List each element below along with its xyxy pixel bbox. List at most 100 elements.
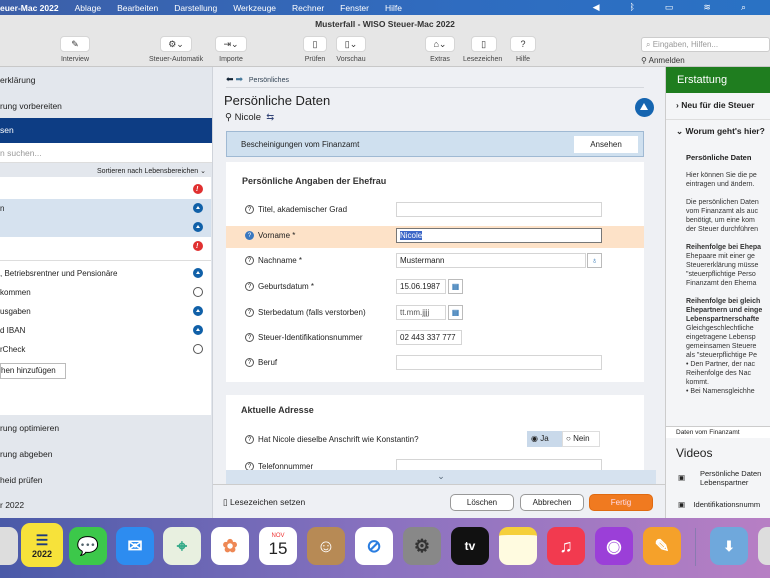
extras-button[interactable]: ⌂⌄ Extras: [425, 36, 455, 63]
help-icon[interactable]: ?: [245, 308, 254, 318]
pages-icon[interactable]: ✎: [643, 527, 681, 565]
sidebar-item-vorbereiten[interactable]: rung vorbereiten: [0, 101, 212, 111]
menu-darstellung[interactable]: Darstellung: [174, 3, 217, 13]
menu-fenster[interactable]: Fenster: [340, 3, 369, 13]
menu-rechner[interactable]: Rechner: [292, 3, 324, 13]
list-item[interactable]: [0, 237, 211, 256]
vorschau-button[interactable]: ▯⌄ Vorschau: [336, 36, 366, 63]
trash-icon[interactable]: [758, 527, 770, 565]
list-item[interactable]: d IBAN: [0, 321, 211, 340]
video-item[interactable]: ▣ Identifikationsnumm: [678, 500, 760, 509]
beruf-input[interactable]: [396, 355, 602, 370]
sidebar-item-selected[interactable]: sen: [0, 118, 212, 143]
search-input[interactable]: ⌕ Eingaben, Hilfen...: [641, 37, 770, 52]
list-item[interactable]: , Betriebsrentner und Pensionäre: [0, 264, 211, 283]
radio-ja[interactable]: ◉ Ja: [527, 431, 562, 447]
search-icon[interactable]: ⌕: [741, 2, 746, 13]
safari-icon[interactable]: ⊘: [355, 527, 393, 565]
list-item[interactable]: kommen: [0, 283, 211, 302]
volume-icon[interactable]: ◀: [593, 2, 600, 13]
help-icon[interactable]: ?: [245, 256, 254, 266]
finder-icon[interactable]: [0, 527, 18, 565]
notes-icon[interactable]: [499, 527, 537, 565]
sidebar-item-bescheid[interactable]: heid prüfen: [0, 475, 212, 485]
sidebar-item-optimieren[interactable]: rung optimieren: [0, 423, 212, 433]
hilfe-button[interactable]: ? Hilfe: [510, 36, 536, 63]
wifi-icon[interactable]: ≋: [703, 2, 711, 13]
help-icon[interactable]: ?: [245, 333, 254, 343]
vorname-input[interactable]: Nicole: [396, 228, 602, 243]
app-menu[interactable]: euer-Mac 2022: [0, 3, 59, 13]
ansehen-button[interactable]: Ansehen: [574, 136, 638, 153]
help-icon[interactable]: ?: [245, 205, 254, 215]
add-topic-button[interactable]: hen hinzufügen: [0, 363, 66, 379]
lightbulb-icon[interactable]: ♁: [587, 253, 602, 268]
apple-tv-icon[interactable]: tv: [451, 527, 489, 565]
photos-icon[interactable]: ✿: [211, 527, 249, 565]
sidebar-item-steuererklaerung[interactable]: erklärung: [0, 75, 212, 85]
forward-arrow-icon[interactable]: ➡: [236, 74, 244, 84]
sort-dropdown[interactable]: Sortieren nach Lebensbereichen ⌄: [0, 167, 212, 175]
menu-ablage[interactable]: Ablage: [75, 3, 101, 13]
anmelden-button[interactable]: ⚲ Anmelden: [641, 56, 685, 65]
music-icon[interactable]: ♫: [547, 527, 585, 565]
worum-geht-toggle[interactable]: ⌄ Worum geht's hier?: [676, 126, 765, 137]
label-text: Geburtsdatum *: [258, 282, 315, 291]
mail-icon[interactable]: ✉: [116, 527, 154, 565]
lesezeichen-button[interactable]: ▯ Lesezeichen: [463, 36, 502, 63]
list-item[interactable]: [0, 180, 211, 199]
neu-fuer-steuer-toggle[interactable]: › Neu für die Steuer: [676, 100, 754, 110]
maps-icon[interactable]: ⌖: [163, 527, 201, 565]
menu-werkzeuge[interactable]: Werkzeuge: [233, 3, 276, 13]
sidebar-search-input[interactable]: n suchen...: [0, 143, 212, 163]
fertig-button[interactable]: Fertig: [589, 494, 653, 511]
toolbox-icon: ⌂⌄: [425, 36, 455, 52]
sidebar-item-abgeben[interactable]: rung abgeben: [0, 449, 212, 459]
sterbedatum-input[interactable]: tt.mm.jjjj: [396, 305, 446, 320]
help-icon[interactable]: ?: [245, 231, 254, 241]
info-line: Finanzamt den Ehema: [686, 280, 757, 287]
breadcrumb-item[interactable]: Persönliches: [249, 77, 289, 84]
pruefen-button[interactable]: ▯ Prüfen: [303, 36, 327, 63]
menu-hilfe[interactable]: Hilfe: [385, 3, 402, 13]
titel-input[interactable]: [396, 202, 602, 217]
help-icon[interactable]: ?: [245, 282, 254, 292]
loeschen-button[interactable]: Löschen: [450, 494, 514, 511]
calendar-icon[interactable]: ▦: [448, 305, 463, 320]
geburtsdatum-input[interactable]: 15.06.1987: [396, 279, 446, 294]
play-icon: ▣: [678, 500, 686, 509]
menu-bearbeiten[interactable]: Bearbeiten: [117, 3, 158, 13]
help-icon[interactable]: ?: [245, 358, 254, 368]
interview-button[interactable]: ✎ Interview: [60, 36, 90, 63]
list-item[interactable]: rCheck: [0, 340, 211, 359]
wiso-app-icon[interactable]: ☰ 2022: [21, 523, 63, 567]
list-item[interactable]: n: [0, 199, 211, 218]
downloads-folder-icon[interactable]: ⬇: [710, 527, 748, 565]
contacts-icon[interactable]: ☺: [307, 527, 345, 565]
nachname-input[interactable]: Mustermann: [396, 253, 586, 268]
calendar-app-icon[interactable]: NOV 15: [259, 527, 297, 565]
system-preferences-icon[interactable]: ⚙: [403, 527, 441, 565]
battery-icon[interactable]: ▭: [665, 2, 674, 13]
importe-button[interactable]: ⇥⌄ Importe: [215, 36, 247, 63]
calendar-icon[interactable]: ▦: [448, 279, 463, 294]
abbrechen-button[interactable]: Abbrechen: [520, 494, 584, 511]
bookmark-set-button[interactable]: ▯ Lesezeichen setzen: [223, 497, 305, 508]
steuer-id-input[interactable]: 02 443 337 777: [396, 330, 462, 345]
person-selector[interactable]: ⚲ Nicole ⇆: [225, 112, 274, 123]
video-item[interactable]: ▣ Persönliche Daten Lebenspartner: [678, 469, 770, 487]
bluetooth-icon[interactable]: ᛒ: [629, 2, 634, 13]
scroll-down-button[interactable]: ⌄: [226, 470, 656, 484]
sidebar-item-2022[interactable]: r 2022: [0, 500, 212, 510]
list-item[interactable]: [0, 218, 211, 237]
messages-icon[interactable]: 💬: [69, 527, 107, 565]
steuer-automatik-button[interactable]: ⚙⌄ Steuer-Automatik: [149, 36, 203, 63]
radio-nein[interactable]: ○ Nein: [562, 431, 600, 447]
bookmark-icon: ▯: [470, 36, 497, 52]
podcasts-icon[interactable]: ◉: [595, 527, 633, 565]
info-line: Lebenspartnerschafte: [686, 316, 760, 323]
switch-person-icon[interactable]: ⇆: [266, 112, 274, 123]
help-icon[interactable]: ?: [245, 435, 254, 445]
list-item[interactable]: usgaben: [0, 302, 211, 321]
back-arrow-icon[interactable]: ⬅: [226, 74, 234, 84]
